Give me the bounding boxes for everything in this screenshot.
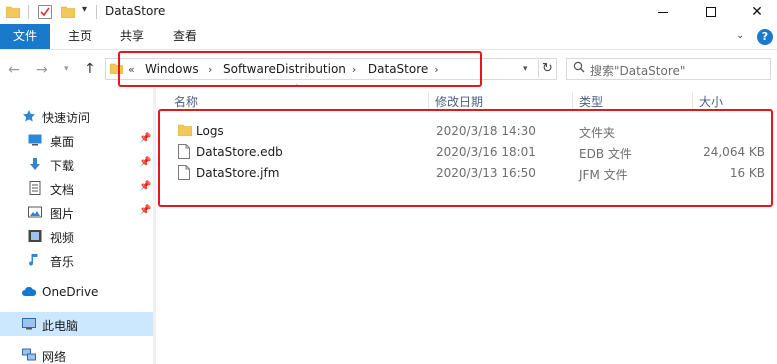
network-icon	[22, 348, 36, 361]
recent-locations-icon[interactable]: ▾	[64, 64, 69, 74]
close-icon: ✕	[751, 4, 763, 20]
file-date: 2020/3/18 14:30	[436, 124, 536, 138]
column-header-type[interactable]: 类型	[579, 93, 603, 110]
toolbar-separator	[96, 5, 97, 19]
sidebar-item-label: 桌面	[50, 135, 75, 149]
sidebar-item-label: 下载	[50, 159, 75, 173]
ribbon: 文件 主页 共享 查看 ⌄ ?	[0, 24, 777, 50]
chevron-right-icon[interactable]: ›	[434, 63, 438, 76]
search-icon	[573, 61, 585, 73]
pin-icon[interactable]: 📌	[139, 205, 151, 216]
file-name: Logs	[196, 124, 224, 138]
sidebar-item-videos[interactable]: 视频	[0, 224, 153, 248]
file-name: DataStore.jfm	[196, 166, 280, 180]
maximize-icon	[706, 7, 716, 17]
sidebar-item-music[interactable]: 音乐	[0, 248, 153, 272]
file-name: DataStore.edb	[196, 145, 283, 159]
back-arrow-icon[interactable]: ←	[8, 62, 20, 78]
close-button[interactable]: ✕	[734, 0, 777, 24]
star-icon	[23, 110, 35, 122]
file-type: JFM 文件	[579, 168, 628, 182]
file-date: 2020/3/16 18:01	[436, 145, 536, 159]
sidebar-item-label: 音乐	[50, 255, 75, 269]
maximize-button[interactable]	[688, 0, 734, 24]
folder-icon	[110, 63, 123, 74]
sidebar-scrollbar[interactable]	[153, 88, 156, 364]
picture-icon	[28, 206, 42, 218]
breadcrumb-softwaredistribution[interactable]: SoftwareDistribution	[223, 62, 346, 76]
sidebar-item-this-pc[interactable]: 此电脑	[0, 312, 153, 336]
file-type: 文件夹	[579, 126, 616, 140]
breadcrumb-datastore[interactable]: DataStore	[368, 62, 428, 76]
column-divider[interactable]	[692, 92, 693, 112]
forward-arrow-icon[interactable]: →	[36, 62, 48, 78]
new-folder-icon[interactable]	[61, 6, 75, 18]
overflow-chevron-icon[interactable]: «	[128, 63, 135, 76]
column-header-size[interactable]: 大小	[699, 93, 723, 110]
video-icon	[28, 230, 42, 242]
address-dropdown-icon[interactable]: ▾	[523, 64, 528, 74]
chevron-right-icon[interactable]: ›	[352, 63, 356, 76]
sidebar-item-documents[interactable]: 文档 📌	[0, 176, 153, 200]
sidebar-item-quick-access[interactable]: 快速访问	[0, 104, 153, 128]
minimize-icon	[658, 11, 668, 13]
chevron-right-icon[interactable]: ›	[208, 63, 212, 76]
sidebar-item-network[interactable]: 网络	[0, 343, 153, 364]
minimize-button[interactable]	[640, 0, 686, 24]
pin-icon[interactable]: 📌	[139, 133, 151, 144]
sidebar-item-label: 视频	[50, 231, 75, 245]
tab-home[interactable]: 主页	[60, 24, 100, 49]
navigation-pane: 快速访问 桌面 📌 下载 📌 文档 📌 图片 📌 视频 音乐 OneDrive …	[0, 88, 156, 364]
help-button[interactable]: ?	[757, 29, 773, 45]
toolbar-separator	[28, 5, 29, 19]
desktop-icon	[28, 134, 42, 146]
sidebar-item-label: 图片	[50, 207, 75, 221]
search-placeholder: 搜索"DataStore"	[590, 64, 686, 78]
properties-icon[interactable]	[38, 5, 52, 19]
file-type: EDB 文件	[579, 147, 632, 161]
column-divider[interactable]	[572, 92, 573, 112]
file-date: 2020/3/13 16:50	[436, 166, 536, 180]
file-size: 24,064 KB	[703, 145, 765, 159]
sort-ascending-icon: ⌃	[293, 84, 301, 94]
music-icon	[29, 254, 38, 266]
file-icon	[178, 165, 190, 180]
column-divider[interactable]	[428, 92, 429, 112]
folder-icon	[6, 6, 20, 18]
tab-view[interactable]: 查看	[165, 24, 205, 49]
computer-icon	[22, 318, 36, 330]
sidebar-item-onedrive[interactable]: OneDrive	[0, 280, 153, 304]
tab-share[interactable]: 共享	[112, 24, 152, 49]
sidebar-item-label: 此电脑	[42, 319, 79, 333]
sidebar-item-label: OneDrive	[42, 285, 99, 299]
column-header-name[interactable]: 名称	[174, 93, 198, 110]
up-arrow-icon[interactable]: ↑	[84, 61, 96, 77]
folder-icon	[178, 124, 192, 136]
cloud-icon	[22, 286, 36, 296]
sidebar-item-label: 快速访问	[42, 111, 91, 125]
title-bar: ▾ DataStore ✕	[0, 0, 777, 24]
pin-icon[interactable]: 📌	[139, 181, 151, 192]
file-size: 16 KB	[729, 166, 765, 180]
tab-file[interactable]: 文件	[0, 24, 50, 49]
sidebar-item-pictures[interactable]: 图片 📌	[0, 200, 153, 224]
sidebar-item-desktop[interactable]: 桌面 📌	[0, 128, 153, 152]
column-header-date[interactable]: 修改日期	[435, 93, 483, 110]
window-title: DataStore	[105, 4, 166, 18]
ribbon-expand-icon[interactable]: ⌄	[736, 30, 744, 41]
sidebar-item-label: 网络	[42, 350, 67, 364]
refresh-icon[interactable]: ↻	[538, 60, 556, 78]
pin-icon[interactable]: 📌	[139, 157, 151, 168]
quick-access-dropdown-icon[interactable]: ▾	[82, 4, 87, 15]
sidebar-item-downloads[interactable]: 下载 📌	[0, 152, 153, 176]
download-icon	[30, 158, 40, 170]
breadcrumb-windows[interactable]: Windows	[145, 62, 199, 76]
document-icon	[29, 181, 41, 195]
file-icon	[178, 144, 190, 159]
sidebar-item-label: 文档	[50, 183, 75, 197]
